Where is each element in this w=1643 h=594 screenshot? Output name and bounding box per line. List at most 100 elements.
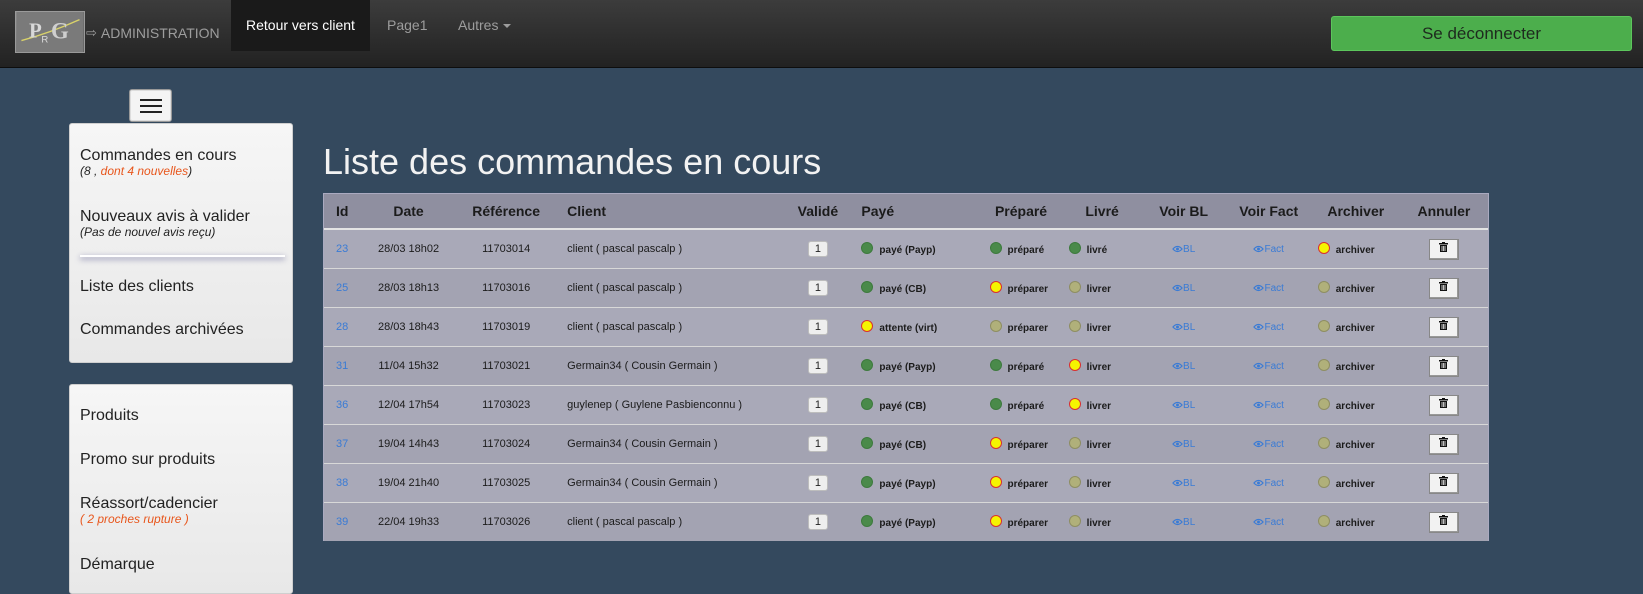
hamburger-icon xyxy=(140,111,162,113)
cell-archiver[interactable]: archiver xyxy=(1311,501,1400,541)
sidebar-item-commandes-en-cours[interactable]: Commandes en cours (8 , dont 4 nouvelles… xyxy=(80,147,285,178)
status-dot-icon xyxy=(1068,319,1081,332)
sidebar-item-commandes-archivees[interactable]: Commandes archivées xyxy=(80,321,285,339)
cell-archiver[interactable]: archiver xyxy=(1311,229,1400,268)
status-dot-icon xyxy=(861,397,874,410)
view-bl-link[interactable]: BL xyxy=(1172,517,1195,528)
eye-icon xyxy=(1172,479,1183,486)
sidebar-item-label: Promo sur produits xyxy=(80,451,216,468)
view-bl-link[interactable]: BL xyxy=(1172,322,1195,333)
col-header-date: Date xyxy=(360,194,458,230)
cell-archiver[interactable]: archiver xyxy=(1311,306,1400,346)
cell-prepare[interactable]: préparé xyxy=(979,345,1063,385)
cell-archiver[interactable]: archiver xyxy=(1311,423,1400,463)
view-fact-link[interactable]: Fact xyxy=(1253,244,1284,255)
cell-livre[interactable]: livrer xyxy=(1062,501,1142,541)
cell-valide: 1 xyxy=(782,345,854,385)
cell-archiver[interactable]: archiver xyxy=(1311,267,1400,307)
cell-prepare[interactable]: préparé xyxy=(979,229,1063,268)
view-bl-label: BL xyxy=(1183,360,1196,372)
cancel-order-button[interactable] xyxy=(1428,473,1459,494)
cell-prepare[interactable]: préparer xyxy=(979,267,1063,307)
sidebar-item-nouveaux-avis[interactable]: Nouveaux avis à valider (Pas de nouvel a… xyxy=(80,208,285,239)
logout-button[interactable]: Se déconnecter xyxy=(1331,16,1632,51)
eye-icon xyxy=(1253,440,1265,447)
archive-status: archiver xyxy=(1335,517,1375,529)
order-id-link[interactable]: 23 xyxy=(336,243,348,255)
cell-paye[interactable]: payé (Payp) xyxy=(853,501,980,541)
logo[interactable]: P R G xyxy=(15,11,85,53)
validated-badge: 1 xyxy=(807,357,828,374)
cell-paye[interactable]: payé (Payp) xyxy=(853,462,980,502)
cell-prepare[interactable]: préparer xyxy=(979,423,1063,463)
cell-prepare[interactable]: préparer xyxy=(979,462,1063,502)
view-fact-link[interactable]: Fact xyxy=(1253,516,1284,528)
cell-livre[interactable]: livrer xyxy=(1062,306,1142,346)
cell-paye[interactable]: payé (Payp) xyxy=(853,345,980,385)
cancel-order-button[interactable] xyxy=(1428,512,1459,534)
view-fact-link[interactable]: Fact xyxy=(1253,361,1284,372)
order-id-link[interactable]: 25 xyxy=(336,282,348,294)
col-header-id: Id xyxy=(324,194,361,230)
validated-badge: 1 xyxy=(807,240,828,257)
cell-archiver[interactable]: archiver xyxy=(1311,345,1400,385)
order-id-link[interactable]: 31 xyxy=(336,360,348,372)
cancel-order-button[interactable] xyxy=(1428,317,1459,338)
cancel-order-button[interactable] xyxy=(1428,239,1459,261)
view-bl-link[interactable]: BL xyxy=(1172,244,1195,255)
view-bl-link[interactable]: BL xyxy=(1172,400,1195,411)
view-fact-link[interactable]: Fact xyxy=(1253,399,1284,411)
cell-paye[interactable]: payé (CB) xyxy=(853,384,980,424)
validated-badge: 1 xyxy=(807,513,828,530)
cell-paye[interactable]: payé (Payp) xyxy=(853,229,980,268)
cell-paye[interactable]: payé (CB) xyxy=(853,423,980,463)
arrow-right-icon: ⇨ xyxy=(86,25,97,40)
sidebar-item-liste-clients[interactable]: Liste des clients xyxy=(80,278,285,296)
view-fact-link[interactable]: Fact xyxy=(1253,478,1284,489)
cell-paye[interactable]: payé (CB) xyxy=(853,267,980,307)
sidebar-item-reassort[interactable]: Réassort/cadencier ( 2 proches rupture ) xyxy=(80,495,285,526)
view-bl-link[interactable]: BL xyxy=(1172,439,1195,450)
cancel-order-button[interactable] xyxy=(1428,434,1459,455)
view-fact-link[interactable]: Fact xyxy=(1253,439,1284,450)
payment-status: payé (Payp) xyxy=(879,244,936,256)
view-bl-label: BL xyxy=(1183,516,1196,528)
cell-archiver[interactable]: archiver xyxy=(1311,462,1400,502)
cell-livre[interactable]: livrer xyxy=(1062,384,1142,424)
sidebar-item-promo[interactable]: Promo sur produits xyxy=(80,451,285,469)
nav-autres-dropdown[interactable]: Autres xyxy=(443,0,526,51)
cancel-order-button[interactable] xyxy=(1428,278,1459,299)
order-id-link[interactable]: 36 xyxy=(336,399,348,411)
view-fact-link[interactable]: Fact xyxy=(1253,322,1284,333)
status-dot-icon xyxy=(1068,241,1081,254)
cell-prepare[interactable]: préparer xyxy=(979,306,1063,346)
order-id-link[interactable]: 39 xyxy=(336,516,348,528)
cell-livre[interactable]: livrer xyxy=(1062,345,1142,385)
cancel-order-button[interactable] xyxy=(1428,395,1459,416)
cell-archiver[interactable]: archiver xyxy=(1311,384,1400,424)
cell-prepare[interactable]: préparé xyxy=(979,384,1063,424)
view-fact-label: Fact xyxy=(1264,399,1284,411)
view-bl-link[interactable]: BL xyxy=(1172,361,1195,372)
cell-livre[interactable]: livré xyxy=(1062,229,1142,268)
cell-livre[interactable]: livrer xyxy=(1062,423,1142,463)
nav-page1[interactable]: Page1 xyxy=(372,0,442,51)
cancel-order-button[interactable] xyxy=(1428,356,1459,377)
order-id-link[interactable]: 38 xyxy=(336,477,348,489)
view-fact-label: Fact xyxy=(1264,516,1284,528)
sidebar-item-demarque[interactable]: Démarque xyxy=(80,556,285,574)
order-id-link[interactable]: 37 xyxy=(336,438,348,450)
menu-toggle-button[interactable] xyxy=(129,89,172,122)
order-id-link[interactable]: 28 xyxy=(336,321,348,333)
cell-paye[interactable]: attente (virt) xyxy=(853,306,980,346)
cell-livre[interactable]: livrer xyxy=(1062,462,1142,502)
brand[interactable]: ⇨ ADMINISTRATION xyxy=(86,25,220,41)
cell-prepare[interactable]: préparer xyxy=(979,501,1063,541)
cell-livre[interactable]: livrer xyxy=(1062,267,1142,307)
sidebar-item-produits[interactable]: Produits xyxy=(80,407,285,425)
view-bl-link[interactable]: BL xyxy=(1172,283,1195,294)
view-fact-link[interactable]: Fact xyxy=(1253,283,1284,294)
cell-annuler xyxy=(1399,462,1488,502)
nav-retour-vers-client[interactable]: Retour vers client xyxy=(231,0,370,51)
view-bl-link[interactable]: BL xyxy=(1172,478,1195,489)
